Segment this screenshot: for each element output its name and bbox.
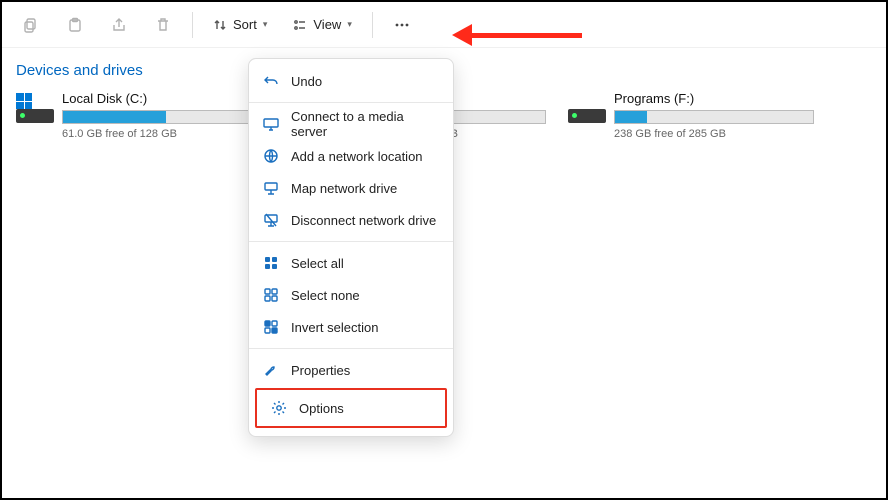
drive-icon xyxy=(16,93,54,123)
drive-usage-bar xyxy=(614,110,814,124)
sort-dropdown[interactable]: Sort ▾ xyxy=(203,9,277,41)
menu-label: Properties xyxy=(291,363,350,378)
options-highlight: Options xyxy=(255,388,447,428)
drive-name: Local Disk (C:) xyxy=(62,91,276,106)
view-dropdown[interactable]: View ▾ xyxy=(283,9,361,41)
more-options-button[interactable] xyxy=(383,9,421,41)
drive-info: Local Disk (C:) 61.0 GB free of 128 GB xyxy=(62,91,276,140)
menu-disconnect-drive[interactable]: Disconnect network drive xyxy=(249,204,453,236)
menu-label: Invert selection xyxy=(291,320,378,335)
chevron-down-icon: ▾ xyxy=(347,19,352,30)
menu-separator xyxy=(249,102,453,103)
menu-label: Select all xyxy=(291,256,344,271)
chevron-down-icon: ▾ xyxy=(263,19,268,30)
network-location-icon xyxy=(263,148,279,164)
menu-label: Options xyxy=(299,401,344,416)
drive-info: Programs (F:) 238 GB free of 285 GB xyxy=(614,91,828,140)
select-all-icon xyxy=(263,255,279,271)
menu-label: Map network drive xyxy=(291,181,397,196)
more-options-menu: Undo Connect to a media server Add a net… xyxy=(248,58,454,437)
drive-usage-bar xyxy=(62,110,262,124)
drive-usage-fill xyxy=(63,111,166,123)
wrench-icon xyxy=(263,362,279,378)
sort-label: Sort xyxy=(233,17,257,32)
annotation-arrow xyxy=(452,24,582,46)
menu-undo[interactable]: Undo xyxy=(249,65,453,97)
undo-icon xyxy=(263,73,279,89)
delete-button[interactable] xyxy=(144,9,182,41)
menu-label: Add a network location xyxy=(291,149,423,164)
menu-label: Disconnect network drive xyxy=(291,213,436,228)
select-none-icon xyxy=(263,287,279,303)
paste-button[interactable] xyxy=(56,9,94,41)
menu-label: Undo xyxy=(291,74,322,89)
toolbar: Sort ▾ View ▾ xyxy=(2,2,886,48)
drive-item[interactable]: Programs (F:) 238 GB free of 285 GB xyxy=(568,91,828,140)
paste-icon xyxy=(67,17,83,33)
view-icon xyxy=(293,18,307,32)
menu-select-none[interactable]: Select none xyxy=(249,279,453,311)
arrow-head-icon xyxy=(452,24,472,46)
sort-icon xyxy=(213,18,227,32)
disconnect-drive-icon xyxy=(263,212,279,228)
menu-map-drive[interactable]: Map network drive xyxy=(249,172,453,204)
menu-add-network[interactable]: Add a network location xyxy=(249,140,453,172)
windows-logo-icon xyxy=(16,93,32,109)
menu-select-all[interactable]: Select all xyxy=(249,247,453,279)
trash-icon xyxy=(155,17,171,33)
drive-item[interactable]: Local Disk (C:) 61.0 GB free of 128 GB xyxy=(16,91,276,140)
menu-properties[interactable]: Properties xyxy=(249,354,453,386)
arrow-line xyxy=(472,33,582,38)
menu-options[interactable]: Options xyxy=(257,392,445,424)
drive-free-text: 61.0 GB free of 128 GB xyxy=(62,128,276,140)
menu-separator xyxy=(249,241,453,242)
menu-connect-media[interactable]: Connect to a media server xyxy=(249,108,453,140)
view-label: View xyxy=(313,17,341,32)
copy-icon xyxy=(23,17,39,33)
menu-invert-selection[interactable]: Invert selection xyxy=(249,311,453,343)
menu-label: Connect to a media server xyxy=(291,109,439,139)
copy-button[interactable] xyxy=(12,9,50,41)
toolbar-separator xyxy=(372,12,373,38)
menu-separator xyxy=(249,348,453,349)
drive-icon xyxy=(568,93,606,123)
drive-free-text: 238 GB free of 285 GB xyxy=(614,128,828,140)
media-server-icon xyxy=(263,116,279,132)
toolbar-separator xyxy=(192,12,193,38)
share-button[interactable] xyxy=(100,9,138,41)
invert-selection-icon xyxy=(263,319,279,335)
map-drive-icon xyxy=(263,180,279,196)
share-icon xyxy=(111,17,127,33)
drive-usage-fill xyxy=(615,111,647,123)
ellipsis-icon xyxy=(394,17,410,33)
drive-name: Programs (F:) xyxy=(614,91,828,106)
menu-label: Select none xyxy=(291,288,360,303)
gear-icon xyxy=(271,400,287,416)
